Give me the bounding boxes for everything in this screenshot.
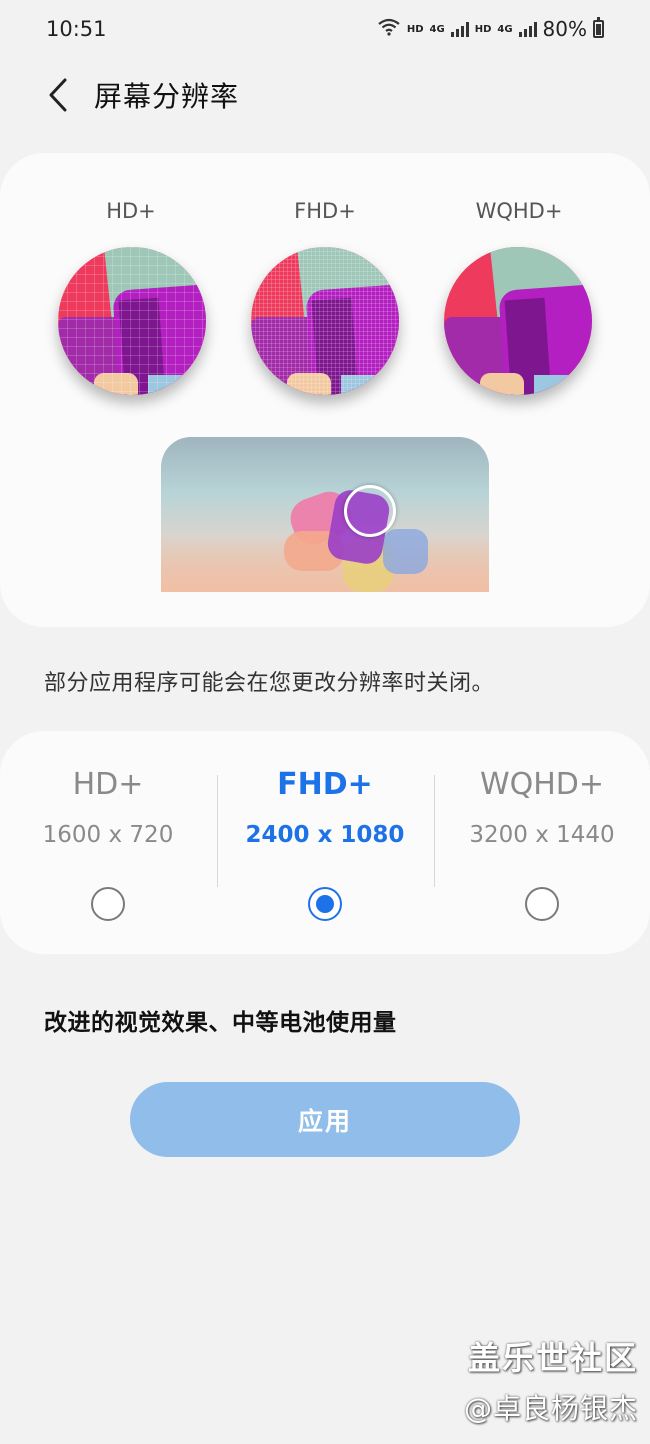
preview-circle-fhd [251,247,399,395]
option-resolution: 1600 x 720 [42,822,174,848]
option-name: FHD+ [277,767,373,802]
battery-percent: 80% [542,17,587,41]
status-icons: HD 4G HD 4G 80% [377,17,604,41]
network-4g-1: 4G [429,23,445,35]
resolution-options-card: HD+ 1600 x 720 FHD+ 2400 x 1080 WQHD+ 32… [0,731,650,954]
back-button[interactable] [38,75,78,115]
preview-labels: HD+ FHD+ WQHD+ [0,199,650,229]
option-wqhd[interactable]: WQHD+ 3200 x 1440 [434,731,650,954]
divider [217,775,218,887]
apply-button[interactable]: 应用 [130,1082,520,1157]
info-text: 部分应用程序可能会在您更改分辨率时关闭。 [44,671,495,696]
divider [434,775,435,887]
option-hd[interactable]: HD+ 1600 x 720 [0,731,216,954]
signal-icon-2 [518,21,537,37]
network-4g-2: 4G [497,23,513,35]
status-time: 10:51 [46,17,107,41]
radio-fhd[interactable] [308,887,342,921]
option-name: WQHD+ [479,767,605,802]
signal-icon-1 [450,21,469,37]
preview-label-wqhd: WQHD+ [475,199,563,223]
watermark-author: @卓良杨银杰 [463,1392,638,1425]
page-title: 屏幕分辨率 [94,80,240,113]
preview-circle-hd [58,247,206,395]
preview-label-hd: HD+ [106,199,156,223]
option-description: 改进的视觉效果、中等电池使用量 [44,1010,397,1036]
radio-wqhd[interactable] [525,887,559,921]
option-name: HD+ [72,767,144,802]
hd-indicator-2: HD [474,23,492,35]
magnifier-lens-icon [344,485,396,537]
watermark-community: 盖乐世社区 [467,1339,638,1377]
header: 屏幕分辨率 [0,62,650,128]
preview-circle-wqhd [444,247,592,395]
status-bar: 10:51 HD 4G HD 4G 80% [0,0,650,58]
option-fhd[interactable]: FHD+ 2400 x 1080 [217,731,433,954]
chevron-left-icon [49,78,67,112]
battery-icon [593,17,604,38]
option-resolution: 2400 x 1080 [245,822,405,848]
wifi-icon [377,17,401,41]
hd-indicator-1: HD [406,23,424,35]
wallpaper-preview [161,437,489,592]
radio-hd[interactable] [91,887,125,921]
option-resolution: 3200 x 1440 [469,822,615,848]
preview-label-fhd: FHD+ [294,199,356,223]
